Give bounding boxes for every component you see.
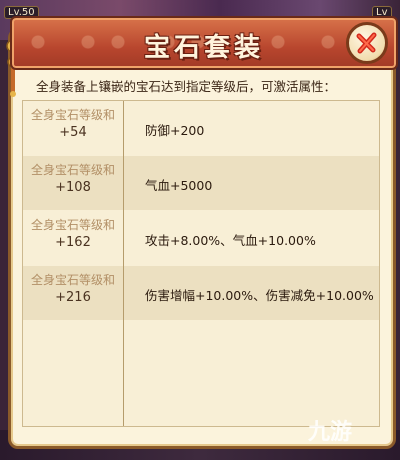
watermark-logo: 九游	[308, 420, 353, 445]
condition-value: +216	[55, 290, 91, 305]
condition-cell: 全身宝石等级和 +54	[23, 106, 123, 142]
table-row: 全身宝石等级和 +54 防御+200	[23, 101, 379, 155]
close-x-icon	[356, 32, 377, 54]
column-divider	[123, 101, 124, 426]
condition-label: 全身宝石等级和	[30, 163, 115, 177]
table-row: 全身宝石等级和 +216 伤害增幅+10.00%、伤害减免+10.00%	[23, 266, 379, 320]
condition-cell: 全身宝石等级和 +162	[23, 216, 123, 252]
table-row: 全身宝石等级和 +108 气血+5000	[23, 156, 379, 210]
intro-text: 全身装备上镶嵌的宝石达到指定等级后，可激活属性：	[36, 79, 337, 94]
condition-value: +108	[55, 180, 91, 195]
attribute-text: 伤害增幅+10.00%、伤害减免+10.00%	[145, 288, 374, 303]
condition-cell: 全身宝石等级和 +108	[23, 161, 123, 197]
attribute-text: 气血+5000	[145, 178, 213, 193]
attribute-text: 攻击+8.00%、气血+10.00%	[145, 233, 316, 248]
condition-value: +54	[59, 125, 87, 140]
table-row: 全身宝石等级和 +162 攻击+8.00%、气血+10.00%	[23, 211, 379, 265]
close-button[interactable]	[346, 22, 388, 64]
condition-label: 全身宝石等级和	[30, 108, 115, 122]
condition-label: 全身宝石等级和	[30, 273, 115, 287]
dialog-title: 宝石套装	[143, 33, 264, 63]
attribute-text: 防御+200	[145, 123, 205, 138]
condition-label: 全身宝石等级和	[30, 218, 115, 232]
dialog-title-bar: 宝石套装	[10, 16, 398, 70]
gem-set-table: 全身宝石等级和 +54 防御+200 全身宝石等级和 +108 气血+5000 …	[22, 100, 380, 427]
condition-value: +162	[55, 235, 91, 250]
condition-cell: 全身宝石等级和 +216	[23, 271, 123, 307]
